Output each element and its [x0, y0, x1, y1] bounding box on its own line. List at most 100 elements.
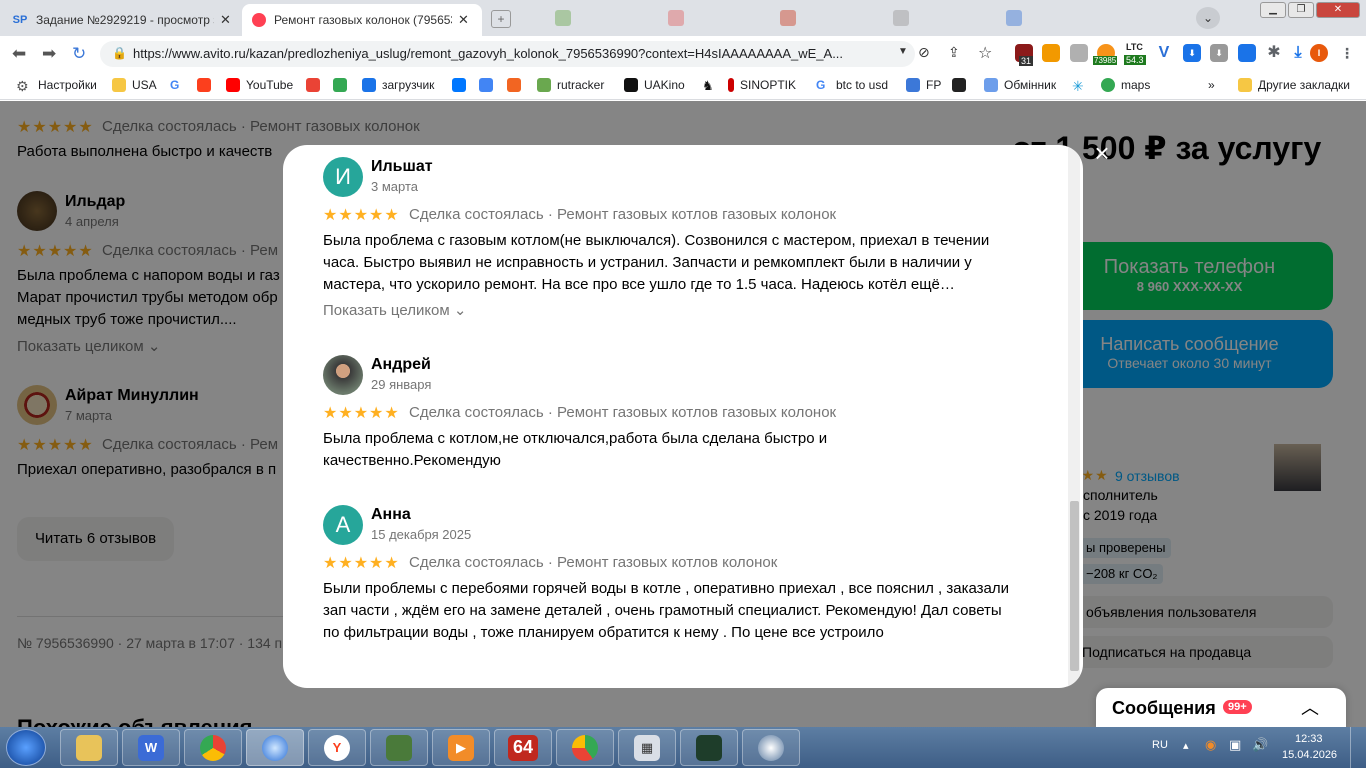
chevron-up-icon[interactable]: ︿: [1301, 694, 1319, 720]
shield-extension-icon[interactable]: [1042, 44, 1060, 62]
tab-favicon-icon[interactable]: [780, 10, 796, 26]
ltc-value: 54.3: [1124, 55, 1146, 65]
bookmark-snowflake[interactable]: ✳: [1072, 78, 1092, 94]
taskbar-chrome[interactable]: [184, 729, 242, 766]
vk-icon: [452, 78, 466, 92]
bookmark-star-icon[interactable]: ☆: [978, 43, 992, 63]
show-desktop-button[interactable]: [1350, 727, 1364, 768]
bookmark-google[interactable]: G: [170, 78, 190, 92]
back-icon[interactable]: ⬅: [12, 44, 26, 64]
close-tab-icon[interactable]: ✕: [220, 12, 231, 28]
bookmark-drive[interactable]: [333, 78, 353, 92]
bookmark-maps[interactable]: maps: [1101, 78, 1150, 92]
bookmark-bc[interactable]: [952, 78, 972, 92]
tab-avito[interactable]: Ремонт газовых колонок (795653 ✕: [242, 4, 482, 36]
taskbar-chart[interactable]: [556, 729, 614, 766]
bookmark-sinoptik[interactable]: SINOPTIK: [728, 78, 796, 92]
clock-icon: [758, 734, 784, 761]
profile-avatar[interactable]: I: [1310, 44, 1328, 62]
taskbar-terminal[interactable]: [680, 729, 738, 766]
taskbar-media[interactable]: ▶: [432, 729, 490, 766]
bookmark-translate[interactable]: [479, 78, 499, 92]
tray-app-icon[interactable]: ◉: [1205, 737, 1216, 753]
url-text[interactable]: https://www.avito.ru/kazan/predlozheniya…: [133, 46, 843, 61]
bookmark-f[interactable]: [507, 78, 527, 92]
download-extension-icon[interactable]: ⬇: [1183, 44, 1201, 62]
v-extension-icon[interactable]: V: [1155, 44, 1173, 62]
puzzle-icon[interactable]: ✱: [1265, 44, 1283, 62]
tab-favicon-icon[interactable]: [555, 10, 571, 26]
bookmark-exchange[interactable]: Обмінник: [984, 78, 1056, 92]
terminal-icon: [696, 734, 722, 761]
infinity-icon: [362, 78, 376, 92]
share-icon[interactable]: ⇪: [948, 44, 960, 61]
taskbar-explorer[interactable]: [60, 729, 118, 766]
tab-favicon-icon[interactable]: [1006, 10, 1022, 26]
bookmark-youtube[interactable]: YouTube: [226, 78, 293, 92]
modal-scrollbar-thumb[interactable]: [1070, 501, 1079, 671]
bookmark-usa[interactable]: USA: [112, 78, 157, 92]
taskbar-winamp[interactable]: W: [122, 729, 180, 766]
tab-title: Ремонт газовых колонок (795653: [274, 13, 452, 27]
network-icon[interactable]: ▣: [1229, 737, 1241, 753]
translate-icon[interactable]: ⊘: [918, 44, 930, 61]
square-extension-icon[interactable]: [1238, 44, 1256, 62]
close-icon[interactable]: ×: [1090, 140, 1114, 166]
reviewer-avatar: [323, 355, 363, 395]
avito-favicon-icon: [252, 13, 266, 27]
minimize-button[interactable]: ▁: [1260, 2, 1286, 18]
taskbar-monitor[interactable]: [370, 729, 428, 766]
bookmark-gmail[interactable]: [306, 78, 326, 92]
bookmark-vk[interactable]: [452, 78, 472, 92]
yandex-browser-icon: Y: [324, 734, 350, 761]
tab-zadanie[interactable]: SP Задание №2929219 - просмотр з ✕: [2, 4, 242, 36]
maximize-button[interactable]: ❐: [1288, 2, 1314, 18]
taskbar-network[interactable]: [246, 729, 304, 766]
bookmark-fp[interactable]: FP: [906, 78, 941, 92]
start-orb-icon[interactable]: [6, 729, 46, 766]
bookmark-chess[interactable]: ♞: [702, 78, 722, 93]
volume-icon[interactable]: 🔊: [1252, 737, 1268, 753]
reviewer-name: Ильшат: [371, 158, 433, 175]
bookmark-btc[interactable]: Gbtc to usd: [816, 78, 888, 92]
taskbar-aida64[interactable]: 64: [494, 729, 552, 766]
reviewer-name: Анна: [371, 506, 411, 523]
review-deal-line: Сделка состоялась · Ремонт газовых котло…: [409, 206, 837, 223]
forward-icon[interactable]: ➡: [42, 44, 56, 64]
review-stars: ★★★★★: [323, 405, 400, 422]
messages-widget[interactable]: Сообщения 99+ ︿: [1096, 688, 1346, 728]
downloads-icon[interactable]: ⤓: [1289, 44, 1307, 62]
close-window-button[interactable]: ✕: [1316, 2, 1360, 18]
taskbar-clock[interactable]: [742, 729, 800, 766]
briefcase-extension-icon[interactable]: [1070, 44, 1088, 62]
show-full-link[interactable]: Показать целиком ⌄: [323, 301, 466, 319]
f-icon: [507, 78, 521, 92]
close-tab-icon[interactable]: ✕: [458, 12, 469, 28]
lock-icon[interactable]: 🔒: [112, 46, 127, 60]
dropdown-arrow-icon[interactable]: ▼: [898, 46, 908, 57]
clock-time[interactable]: 12:33: [1295, 733, 1323, 745]
bookmark-uakino[interactable]: UAKino: [624, 78, 685, 92]
tab-favicon-icon[interactable]: [668, 10, 684, 26]
more-bookmarks-chevron[interactable]: »: [1208, 78, 1215, 92]
reload-icon[interactable]: ↻: [72, 44, 86, 64]
taskbar-calculator[interactable]: ▦: [618, 729, 676, 766]
clock-date[interactable]: 15.04.2026: [1282, 749, 1337, 761]
review-text-line: зап части , ждём его на замене деталей ,…: [323, 602, 1002, 619]
messages-label: Сообщения: [1112, 698, 1216, 718]
bookmark-rutracker[interactable]: rutracker: [537, 78, 604, 92]
menu-icon[interactable]: ⋮: [1338, 44, 1356, 62]
language-indicator[interactable]: RU: [1152, 739, 1168, 751]
tab-search-icon[interactable]: ⌄: [1196, 7, 1220, 29]
tray-expand-icon[interactable]: ▴: [1183, 739, 1189, 752]
bookmark-yandex[interactable]: [197, 78, 217, 92]
yandex-icon: [197, 78, 211, 92]
save-extension-icon[interactable]: ⬇: [1210, 44, 1228, 62]
bookmark-loader[interactable]: загрузчик: [362, 78, 434, 92]
taskbar-yandex[interactable]: Y: [308, 729, 366, 766]
other-bookmarks[interactable]: Другие закладки: [1238, 78, 1350, 92]
tab-favicon-icon[interactable]: [893, 10, 909, 26]
new-tab-icon[interactable]: +: [491, 10, 511, 28]
review-text-line: Была проблема с газовым котлом(не выключ…: [323, 232, 990, 249]
bookmark-settings[interactable]: ⚙ Настройки: [16, 78, 97, 94]
